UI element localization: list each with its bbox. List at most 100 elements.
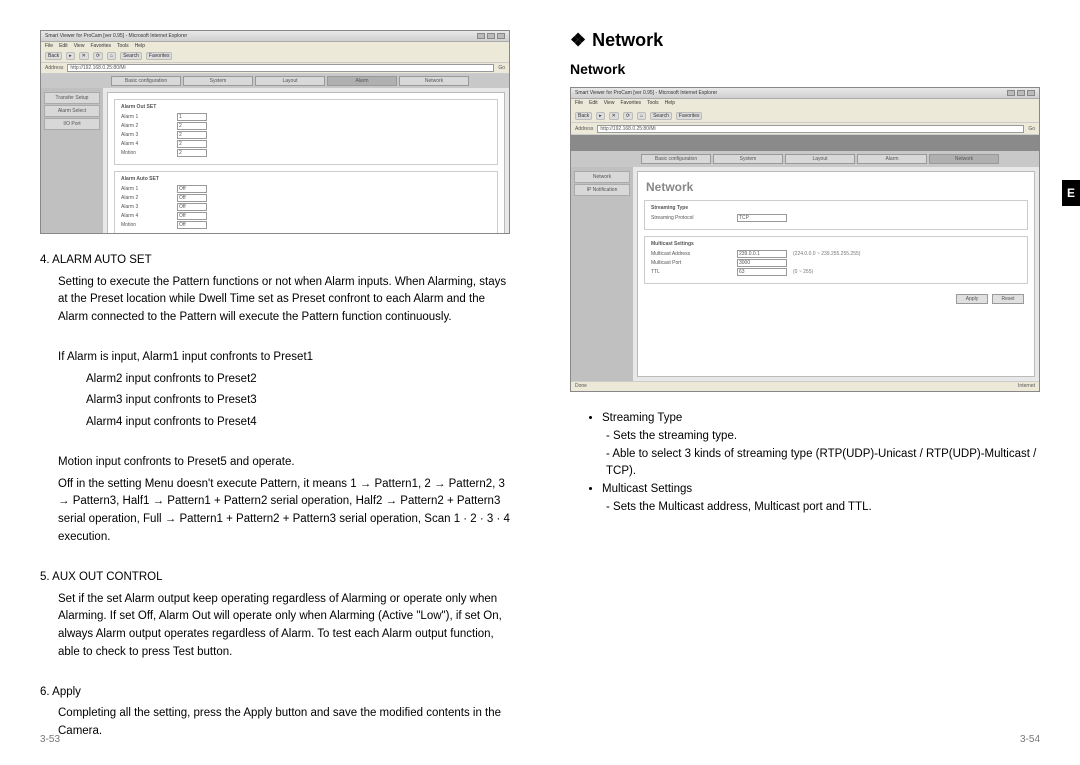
alarm2-select[interactable]: 2 — [177, 122, 207, 130]
window-title: Smart Viewer for ProCam [ver 0.95] - Mic… — [575, 90, 717, 96]
section-heading: ❖Network — [570, 30, 1040, 51]
tab-alarm[interactable]: Alarm — [327, 76, 397, 86]
autoset-alarm4-label: Alarm 4 — [121, 213, 171, 219]
stop-button[interactable]: ✕ — [79, 52, 89, 60]
refresh-button[interactable]: ⟳ — [623, 112, 633, 120]
streaming-type: Streaming Type Streaming ProtocolTCP — [644, 200, 1028, 230]
tab-alarm[interactable]: Alarm — [857, 154, 927, 164]
tab-system[interactable]: System — [713, 154, 783, 164]
sidebar: Transfer Setup Alarm Select I/O Port — [41, 88, 103, 234]
menu-view[interactable]: View — [74, 43, 85, 49]
home-button[interactable]: ⌂ — [107, 52, 116, 60]
menubar: File Edit View Favorites Tools Help — [41, 42, 509, 50]
go-button[interactable]: Go — [1028, 126, 1035, 132]
min-icon[interactable] — [477, 33, 485, 39]
autoset-alarm3-select[interactable]: Off — [177, 203, 207, 211]
left-text: 4. ALARM AUTO SET Setting to execute the… — [40, 252, 510, 745]
menu-tools[interactable]: Tools — [117, 43, 129, 49]
sidebar-item-ipnotification[interactable]: IP Notification — [574, 184, 630, 196]
close-icon[interactable] — [497, 33, 505, 39]
sidebar-item-ioport[interactable]: I/O Port — [44, 118, 100, 130]
home-button[interactable]: ⌂ — [637, 112, 646, 120]
stop-button[interactable]: ✕ — [609, 112, 619, 120]
alarm3-select[interactable]: 2 — [177, 131, 207, 139]
menu-help[interactable]: Help — [135, 43, 145, 49]
bullet-multicast-line1: - Sets the Multicast address, Multicast … — [602, 499, 1040, 517]
menu-file[interactable]: File — [45, 43, 53, 49]
menubar: File Edit View Favorites Tools Help — [571, 99, 1039, 109]
alarm1-label: Alarm 1 — [121, 114, 171, 120]
tab-system[interactable]: System — [183, 76, 253, 86]
app-tabs: Basic configuration System Layout Alarm … — [571, 151, 1039, 167]
tab-network[interactable]: Network — [929, 154, 999, 164]
sidebar-item-transfer[interactable]: Transfer Setup — [44, 92, 100, 104]
max-icon[interactable] — [1017, 90, 1025, 96]
app-tabs: Basic configuration System Layout Alarm … — [41, 74, 509, 88]
page-number-left: 3-53 — [40, 734, 60, 745]
autoset-alarm2-select[interactable]: Off — [177, 194, 207, 202]
menu-help[interactable]: Help — [665, 100, 675, 108]
alarm-out-set-legend: Alarm Out SET — [121, 104, 491, 110]
sidebar-item-network[interactable]: Network — [574, 171, 630, 183]
alarm4-select[interactable]: 2 — [177, 140, 207, 148]
sidebar: Network IP Notification — [571, 167, 633, 381]
forward-button[interactable]: ▸ — [66, 52, 75, 60]
ttl-hint: (0 ~ 255) — [793, 269, 813, 275]
menu-file[interactable]: File — [575, 100, 583, 108]
autoset-motion-select[interactable]: Off — [177, 221, 207, 229]
menu-favorites[interactable]: Favorites — [620, 100, 641, 108]
tab-layout[interactable]: Layout — [785, 154, 855, 164]
app-body: Transfer Setup Alarm Select I/O Port Ala… — [41, 88, 509, 234]
multicast-port-input[interactable]: 3000 — [737, 259, 787, 267]
favorites-button[interactable]: Favorites — [676, 112, 703, 120]
sub-heading: Network — [570, 61, 1040, 77]
go-button[interactable]: Go — [498, 65, 505, 71]
ie-toolbar: Back ▸ ✕ ⟳ ⌂ Search Favorites — [571, 109, 1039, 123]
tab-basic[interactable]: Basic configuration — [111, 76, 181, 86]
autoset-alarm1-select[interactable]: Off — [177, 185, 207, 193]
favorites-button[interactable]: Favorites — [146, 52, 173, 60]
motion-select[interactable]: 2 — [177, 149, 207, 157]
ttl-input[interactable]: 63 — [737, 268, 787, 276]
back-button[interactable]: Back — [575, 112, 592, 120]
status-right: Internet — [1018, 383, 1035, 390]
alarm1-select[interactable]: 1 — [177, 113, 207, 121]
multicast-settings: Multicast Settings Multicast Address239.… — [644, 236, 1028, 284]
close-icon[interactable] — [1027, 90, 1035, 96]
diamond-icon: ❖ — [570, 30, 586, 50]
item4-title: 4. ALARM AUTO SET — [40, 252, 510, 270]
menu-edit[interactable]: Edit — [59, 43, 68, 49]
forward-button[interactable]: ▸ — [596, 112, 605, 120]
button-row: Apply Reset — [644, 290, 1028, 308]
item6-title: 6. Apply — [40, 684, 510, 702]
item5-para: Set if the set Alarm output keep operati… — [40, 591, 510, 662]
bullet-streaming-type-line2: - Able to select 3 kinds of streaming ty… — [602, 446, 1040, 482]
search-button[interactable]: Search — [650, 112, 672, 120]
url-input[interactable]: http://192.168.0.25:80/Mi — [597, 125, 1024, 133]
back-button[interactable]: Back — [45, 52, 62, 60]
tab-layout[interactable]: Layout — [255, 76, 325, 86]
menu-edit[interactable]: Edit — [589, 100, 598, 108]
alarm-auto-set-legend: Alarm Auto SET — [121, 176, 491, 182]
autoset-alarm4-select[interactable]: Off — [177, 212, 207, 220]
autoset-motion-label: Motion — [121, 222, 171, 228]
min-icon[interactable] — [1007, 90, 1015, 96]
refresh-button[interactable]: ⟳ — [93, 52, 103, 60]
panel-title: Network — [646, 180, 1028, 194]
right-text: Streaming Type - Sets the streaming type… — [570, 410, 1040, 517]
tab-basic[interactable]: Basic configuration — [641, 154, 711, 164]
menu-tools[interactable]: Tools — [647, 100, 659, 108]
autoset-alarm3-label: Alarm 3 — [121, 204, 171, 210]
menu-favorites[interactable]: Favorites — [90, 43, 111, 49]
max-icon[interactable] — [487, 33, 495, 39]
apply-button[interactable]: Apply — [956, 294, 988, 304]
streaming-protocol-select[interactable]: TCP — [737, 214, 787, 222]
reset-button[interactable]: Reset — [992, 294, 1024, 304]
multicast-address-input[interactable]: 239.0.0.1 — [737, 250, 787, 258]
alarm2-label: Alarm 2 — [121, 123, 171, 129]
tab-network[interactable]: Network — [399, 76, 469, 86]
url-input[interactable]: http://192.168.0.25:80/Mi — [67, 64, 494, 72]
sidebar-item-alarmselect[interactable]: Alarm Select — [44, 105, 100, 117]
search-button[interactable]: Search — [120, 52, 142, 60]
menu-view[interactable]: View — [604, 100, 615, 108]
